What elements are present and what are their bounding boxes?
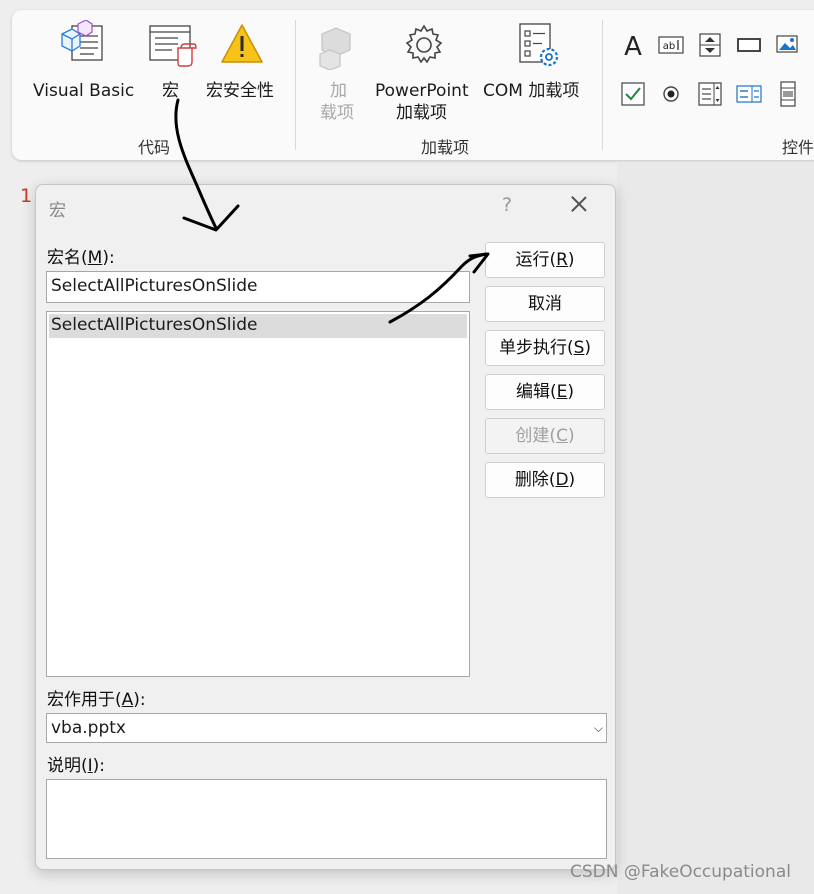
- com-addins-icon: [519, 23, 559, 67]
- create-button[interactable]: 创建(C): [485, 418, 605, 454]
- svg-text:A: A: [624, 32, 642, 58]
- macro-security-label: 宏安全性: [206, 81, 274, 101]
- ribbon: Visual Basic 宏 宏安全性 代码 加 载项 PowerPoint 加…: [12, 10, 814, 160]
- macro-name-input[interactable]: SelectAllPicturesOnSlide: [46, 271, 470, 303]
- listbox-control-icon[interactable]: [697, 81, 723, 107]
- help-button[interactable]: ?: [502, 194, 512, 216]
- chevron-down-icon: ⌵: [593, 721, 603, 735]
- macro-name-label: 宏名(M):: [47, 248, 115, 268]
- powerpoint-addins-button[interactable]: PowerPoint 加载项: [374, 18, 474, 128]
- controls-group-label: 控件: [782, 138, 814, 157]
- addins-label-1: 加: [330, 81, 347, 101]
- slide-area: [617, 162, 814, 894]
- com-addins-button[interactable]: COM 加载项: [480, 18, 592, 101]
- addins-hexagon-icon: [319, 27, 351, 70]
- code-group-label: 代码: [138, 138, 171, 157]
- label-control-icon[interactable]: A: [620, 32, 646, 58]
- visual-basic-button[interactable]: Visual Basic: [30, 18, 135, 101]
- close-icon[interactable]: [568, 193, 590, 215]
- com-addins-label: COM 加载项: [483, 81, 580, 101]
- ribbon-separator: [295, 20, 296, 150]
- gear-icon: [405, 24, 443, 64]
- combobox-control-icon[interactable]: [736, 81, 762, 107]
- cancel-button[interactable]: 取消: [485, 286, 605, 322]
- macros-label: 宏: [162, 81, 179, 101]
- macros-in-select[interactable]: vba.pptx ⌵: [46, 713, 607, 743]
- macros-icon: [149, 25, 197, 67]
- visual-basic-label: Visual Basic: [33, 81, 135, 101]
- powerpoint-addins-label-1: PowerPoint: [375, 81, 469, 101]
- image-control-icon[interactable]: [775, 32, 801, 58]
- watermark: CSDN @FakeOccupational: [570, 862, 791, 882]
- ribbon-separator: [602, 20, 603, 150]
- addins-label-2: 载项: [320, 103, 354, 123]
- description-label: 说明(I):: [47, 756, 106, 776]
- edit-button[interactable]: 编辑(E): [485, 374, 605, 410]
- description-field[interactable]: [46, 779, 607, 859]
- macros-button[interactable]: 宏: [144, 18, 199, 101]
- optionbutton-control-icon[interactable]: [658, 81, 684, 107]
- step-into-button[interactable]: 单步执行(S): [485, 330, 605, 366]
- macros-in-value: vba.pptx: [51, 718, 126, 738]
- slide-number: 1: [20, 185, 33, 207]
- delete-button[interactable]: 删除(D): [485, 462, 605, 498]
- macro-list[interactable]: SelectAllPicturesOnSlide: [46, 311, 470, 677]
- addins-button[interactable]: 加 载项: [310, 18, 370, 128]
- list-item[interactable]: SelectAllPicturesOnSlide: [49, 314, 467, 338]
- scrollbar-control-icon[interactable]: [775, 81, 801, 107]
- macros-in-label: 宏作用于(A):: [47, 690, 146, 710]
- macro-security-button[interactable]: 宏安全性: [205, 18, 285, 101]
- warning-icon: [221, 24, 263, 63]
- visual-basic-icon: [61, 20, 103, 61]
- checkbox-control-icon[interactable]: [620, 81, 646, 107]
- macro-dialog: 宏 ? 宏名(M): SelectAllPicturesOnSlide Sele…: [35, 184, 616, 870]
- svg-text:ab: ab: [663, 41, 675, 52]
- addins-group-label: 加载项: [421, 138, 470, 157]
- spinbutton-control-icon[interactable]: [697, 32, 723, 58]
- dialog-title: 宏: [49, 201, 66, 221]
- commandbutton-control-icon[interactable]: [736, 32, 762, 58]
- textbox-control-icon[interactable]: ab: [658, 32, 684, 58]
- powerpoint-addins-label-2: 加载项: [396, 103, 447, 123]
- run-button[interactable]: 运行(R): [485, 242, 605, 278]
